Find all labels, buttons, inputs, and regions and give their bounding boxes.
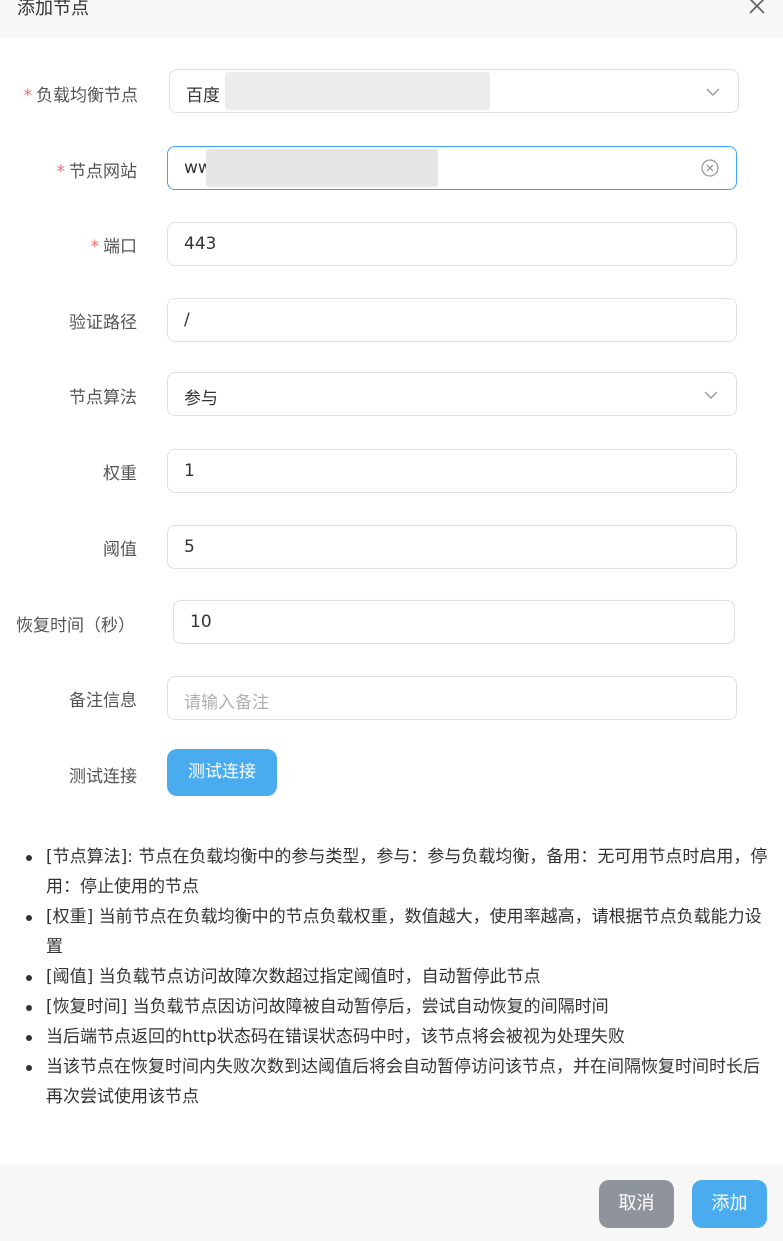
weight-input[interactable]: 1 (167, 449, 737, 493)
site-label: * 节点网站 (56, 162, 138, 182)
port-label: * 端口 (90, 237, 138, 257)
cancel-button[interactable]: 取消 (599, 1180, 674, 1228)
threshold-label: 阈值 (103, 540, 137, 560)
port-value: 443 (184, 234, 217, 254)
recovery-input[interactable]: 10 (173, 600, 735, 644)
tip-item: [恢复时间] 当负载节点因访问故障被自动暂停后，尝试自动恢复的间隔时间 (26, 992, 771, 1022)
tips-list: [节点算法]: 节点在负载均衡中的参与类型，参与：参与负载均衡，备用：无可用节点… (26, 842, 771, 1112)
tip-item: [权重] 当前节点在负载均衡中的节点负载权重，数值越大，使用率越高，请根据节点负… (26, 902, 771, 962)
redacted-mask (206, 149, 438, 187)
site-input[interactable]: ww (167, 146, 737, 190)
lb-group-select[interactable]: 百度 (169, 69, 739, 113)
clear-icon[interactable] (700, 158, 720, 178)
algorithm-value: 参与 (184, 389, 218, 409)
dialog-header: 添加节点 (0, 0, 783, 38)
tip-item: [节点算法]: 节点在负载均衡中的参与类型，参与：参与负载均衡，备用：无可用节点… (26, 842, 771, 902)
weight-value: 1 (184, 461, 195, 481)
dialog-title: 添加节点 (17, 0, 89, 19)
algorithm-label: 节点算法 (69, 388, 137, 408)
tip-item: [阈值] 当负载节点访问故障次数超过指定阈值时，自动暂停此节点 (26, 962, 771, 992)
recovery-label: 恢复时间（秒） (16, 616, 135, 636)
path-label: 验证路径 (69, 313, 137, 333)
chevron-down-icon (706, 88, 720, 96)
redacted-mask (225, 72, 490, 110)
remark-input[interactable]: 请输入备注 (167, 676, 737, 720)
weight-label: 权重 (103, 464, 137, 484)
test-connection-button[interactable]: 测试连接 (167, 749, 277, 796)
lb-group-label: * 负载均衡节点 (23, 86, 139, 106)
chevron-down-icon (704, 391, 718, 399)
algorithm-select[interactable]: 参与 (167, 372, 737, 416)
required-mark: * (90, 237, 100, 257)
test-label: 测试连接 (69, 767, 137, 787)
threshold-input[interactable]: 5 (167, 525, 737, 569)
lb-group-value: 百度 (186, 86, 220, 106)
recovery-value: 10 (190, 612, 212, 632)
path-input[interactable]: / (167, 298, 737, 342)
required-mark: * (56, 162, 66, 182)
required-mark: * (23, 86, 33, 106)
port-input[interactable]: 443 (167, 222, 737, 266)
threshold-value: 5 (184, 537, 195, 557)
close-icon[interactable] (746, 0, 768, 17)
tip-item: 当该节点在恢复时间内失败次数到达阈值后将会自动暂停访问该节点，并在间隔恢复时间时… (26, 1052, 771, 1112)
tip-item: 当后端节点返回的http状态码在错误状态码中时，该节点将会被视为处理失败 (26, 1022, 771, 1052)
remark-placeholder: 请输入备注 (184, 693, 269, 713)
remark-label: 备注信息 (69, 691, 137, 711)
add-button[interactable]: 添加 (692, 1180, 767, 1228)
path-value: / (184, 310, 190, 330)
